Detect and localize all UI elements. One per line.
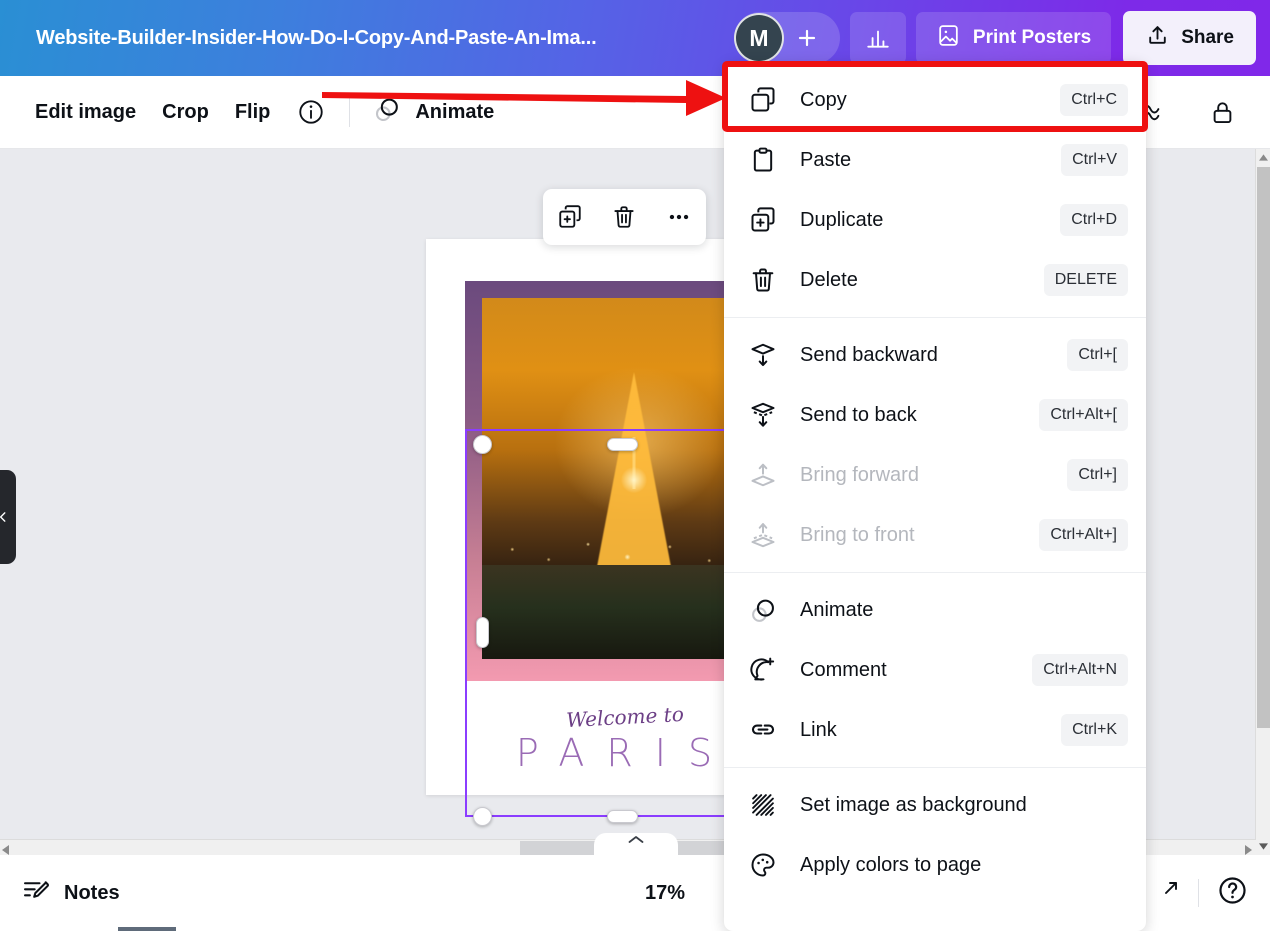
vertical-scrollbar-thumb[interactable] [1257,167,1270,728]
image-icon [936,23,961,54]
send-backward-icon [746,338,780,372]
context-menu: Copy Ctrl+C Paste Ctrl+V Duplicate [724,62,1146,931]
menu-label: Animate [800,599,1128,622]
menu-label: Set image as background [800,794,1128,817]
tower-glow [621,467,647,493]
menu-label: Link [800,719,1061,742]
zoom-level[interactable]: 17% [645,882,685,905]
menu-item-bring-to-front[interactable]: Bring to front Ctrl+Alt+] [724,505,1146,565]
trash-icon [746,263,780,297]
notes-label: Notes [64,882,120,905]
resize-handle-top-left[interactable] [473,435,492,454]
taskbar-underline [118,927,176,931]
expand-icon[interactable] [1156,879,1180,908]
resize-handle-bottom-left[interactable] [473,807,492,826]
menu-shortcut: DELETE [1044,264,1128,296]
bring-forward-icon [746,458,780,492]
help-icon[interactable] [1217,875,1248,911]
menu-item-send-backward[interactable]: Send backward Ctrl+[ [724,325,1146,385]
floating-object-toolbar [543,189,706,245]
flip-button[interactable]: Flip [222,90,284,134]
avatar[interactable]: M [734,13,784,63]
add-collaborator-button[interactable] [788,19,826,57]
menu-label: Apply colors to page [800,854,1128,877]
background-icon [746,788,780,822]
print-posters-button[interactable]: Print Posters [916,12,1111,64]
comment-icon [746,653,780,687]
resize-handle-bottom-center[interactable] [607,810,638,823]
copy-icon [746,83,780,117]
trash-icon[interactable] [603,196,645,238]
share-upload-icon [1145,23,1170,54]
toolbar-divider [349,97,350,127]
menu-shortcut: Ctrl+[ [1067,339,1128,371]
bar-chart-icon[interactable] [850,12,906,64]
vertical-scrollbar[interactable] [1255,149,1270,855]
menu-shortcut: Ctrl+K [1061,714,1128,746]
edit-image-button[interactable]: Edit image [22,90,149,134]
duplicate-icon[interactable] [549,196,591,238]
bring-to-front-icon [746,518,780,552]
menu-item-copy[interactable]: Copy Ctrl+C [724,70,1146,130]
menu-shortcut: Ctrl+C [1060,84,1128,116]
menu-label: Paste [800,149,1061,172]
menu-item-paste[interactable]: Paste Ctrl+V [724,130,1146,190]
menu-shortcut: Ctrl+Alt+[ [1039,399,1128,431]
menu-shortcut: Ctrl+Alt+N [1032,654,1128,686]
resize-handle-middle-left[interactable] [476,617,489,648]
menu-item-send-to-back[interactable]: Send to back Ctrl+Alt+[ [724,385,1146,445]
menu-item-comment[interactable]: Comment Ctrl+Alt+N [724,640,1146,700]
menu-shortcut: Ctrl+] [1067,459,1128,491]
menu-label: Copy [800,89,1060,112]
scroll-up-arrow[interactable] [1256,149,1270,166]
resize-handle-top-center[interactable] [607,438,638,451]
bottom-divider [1198,879,1199,907]
menu-item-set-image-as-background[interactable]: Set image as background [724,775,1146,835]
menu-item-animate[interactable]: Animate [724,580,1146,640]
animate-label: Animate [415,101,494,124]
menu-shortcut: Ctrl+D [1060,204,1128,236]
menu-item-apply-colors-to-page[interactable]: Apply colors to page [724,835,1146,895]
menu-separator [724,317,1146,318]
menu-separator [724,572,1146,573]
menu-separator [724,767,1146,768]
menu-shortcut: Ctrl+Alt+] [1039,519,1128,551]
animate-button[interactable]: Animate [360,90,507,134]
menu-shortcut: Ctrl+V [1061,144,1128,176]
scroll-down-arrow[interactable] [1256,838,1270,855]
menu-label: Duplicate [800,209,1060,232]
ellipsis-icon[interactable] [658,196,700,238]
collaborators-chip[interactable]: M [734,12,840,64]
document-title[interactable]: Website-Builder-Insider-How-Do-I-Copy-An… [36,27,596,50]
menu-label: Bring forward [800,464,1067,487]
notes-button[interactable]: Notes [22,876,120,911]
menu-item-duplicate[interactable]: Duplicate Ctrl+D [724,190,1146,250]
send-to-back-icon [746,398,780,432]
crop-button[interactable]: Crop [149,90,222,134]
menu-item-link[interactable]: Link Ctrl+K [724,700,1146,760]
duplicate-icon [746,203,780,237]
info-icon[interactable] [289,90,333,134]
print-posters-label: Print Posters [973,27,1091,49]
notes-pencil-icon [22,876,51,911]
menu-label: Send to back [800,404,1039,427]
paste-icon [746,143,780,177]
menu-label: Delete [800,269,1044,292]
menu-item-bring-forward[interactable]: Bring forward Ctrl+] [724,445,1146,505]
collapse-sidebar-button[interactable] [0,470,16,564]
panel-expand-tab[interactable] [594,833,678,855]
animate-icon [746,593,780,627]
menu-label: Bring to front [800,524,1039,547]
palette-icon [746,848,780,882]
menu-label: Comment [800,659,1032,682]
bottom-right-actions [1156,875,1248,911]
menu-item-delete[interactable]: Delete DELETE [724,250,1146,310]
canva-editor-window: Website-Builder-Insider-How-Do-I-Copy-An… [0,0,1270,931]
lock-icon[interactable] [1200,90,1244,134]
share-button[interactable]: Share [1123,11,1256,65]
animate-icon [373,95,402,130]
link-icon [746,713,780,747]
menu-label: Send backward [800,344,1067,367]
share-label: Share [1181,27,1234,49]
